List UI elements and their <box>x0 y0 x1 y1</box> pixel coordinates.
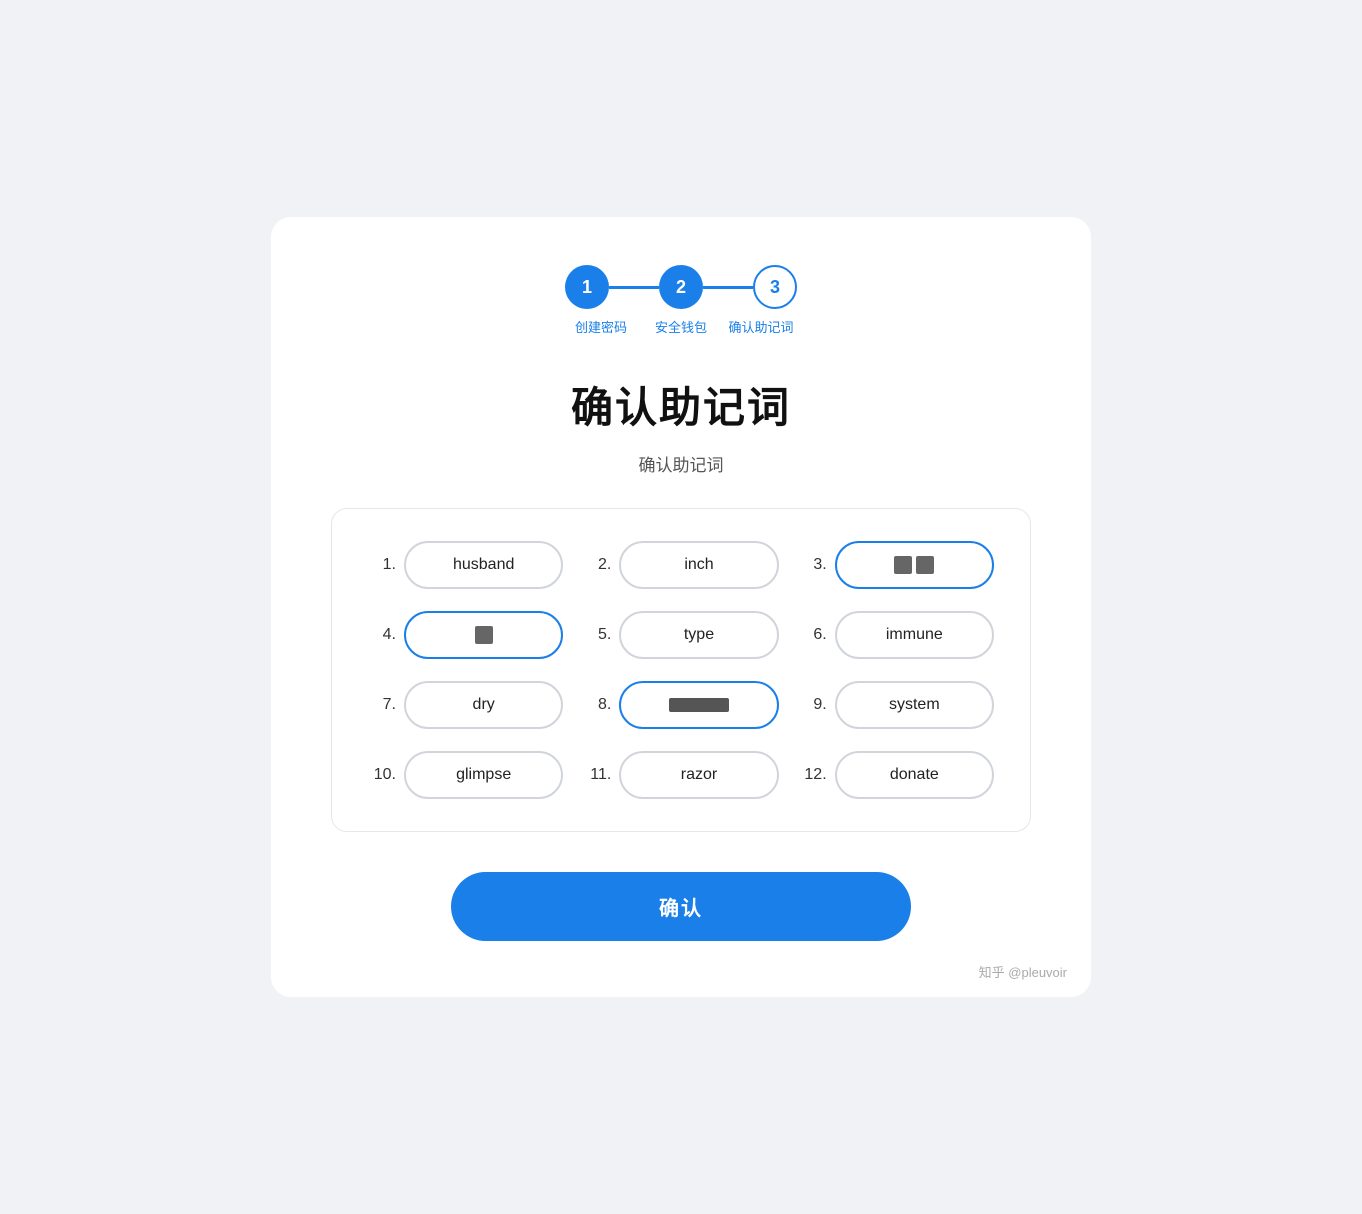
step-2-circle: 2 <box>659 265 703 309</box>
word-item-4: 4. <box>368 611 563 659</box>
step-indicator: 1 2 3 创建密码 安全钱包 确认助记词 <box>331 265 1031 337</box>
word-pill-1[interactable]: husband <box>404 541 563 589</box>
blur-block-4 <box>475 626 493 644</box>
word-pill-7[interactable]: dry <box>404 681 563 729</box>
page-title: 确认助记词 <box>331 374 1031 435</box>
main-card: 1 2 3 创建密码 安全钱包 确认助记词 确认助记词 确认助记词 1. hus… <box>271 217 1091 996</box>
blur-block-3a <box>894 556 912 574</box>
word-item-8: 8. <box>583 681 778 729</box>
word-pill-9[interactable]: system <box>835 681 994 729</box>
word-item-7: 7. dry <box>368 681 563 729</box>
word-pill-12[interactable]: donate <box>835 751 994 799</box>
step-1-circle: 1 <box>565 265 609 309</box>
word-pill-8[interactable] <box>619 681 778 729</box>
word-item-1: 1. husband <box>368 541 563 589</box>
confirm-button[interactable]: 确认 <box>451 872 911 941</box>
blur-block-8 <box>669 698 729 712</box>
words-grid: 1. husband 2. inch 3. 4. <box>368 541 994 799</box>
word-item-10: 10. glimpse <box>368 751 563 799</box>
word-number-3: 3. <box>799 556 827 574</box>
word-number-6: 6. <box>799 626 827 644</box>
word-number-11: 11. <box>583 766 611 784</box>
word-item-5: 5. type <box>583 611 778 659</box>
word-number-2: 2. <box>583 556 611 574</box>
word-pill-6[interactable]: immune <box>835 611 994 659</box>
page-subtitle: 确认助记词 <box>331 451 1031 476</box>
word-item-12: 12. donate <box>799 751 994 799</box>
word-pill-5[interactable]: type <box>619 611 778 659</box>
word-number-7: 7. <box>368 696 396 714</box>
step-label-1: 创建密码 <box>561 319 641 337</box>
steps-row: 1 2 3 <box>565 265 797 309</box>
word-pill-10[interactable]: glimpse <box>404 751 563 799</box>
step-3-circle: 3 <box>753 265 797 309</box>
step-label-3: 确认助记词 <box>721 319 801 337</box>
word-number-9: 9. <box>799 696 827 714</box>
step-line-1 <box>609 286 659 289</box>
words-grid-container: 1. husband 2. inch 3. 4. <box>331 508 1031 832</box>
word-number-8: 8. <box>583 696 611 714</box>
word-number-4: 4. <box>368 626 396 644</box>
word-number-1: 1. <box>368 556 396 574</box>
word-pill-3[interactable] <box>835 541 994 589</box>
word-item-9: 9. system <box>799 681 994 729</box>
word-pill-4[interactable] <box>404 611 563 659</box>
word-item-2: 2. inch <box>583 541 778 589</box>
step-line-2 <box>703 286 753 289</box>
word-item-11: 11. razor <box>583 751 778 799</box>
steps-labels: 创建密码 安全钱包 确认助记词 <box>561 319 801 337</box>
word-number-5: 5. <box>583 626 611 644</box>
word-item-6: 6. immune <box>799 611 994 659</box>
step-label-2: 安全钱包 <box>641 319 721 337</box>
blur-block-3b <box>916 556 934 574</box>
word-number-10: 10. <box>368 766 396 784</box>
word-pill-11[interactable]: razor <box>619 751 778 799</box>
word-item-3: 3. <box>799 541 994 589</box>
word-number-12: 12. <box>799 766 827 784</box>
word-pill-2[interactable]: inch <box>619 541 778 589</box>
watermark: 知乎 @pleuvoir <box>979 962 1067 981</box>
